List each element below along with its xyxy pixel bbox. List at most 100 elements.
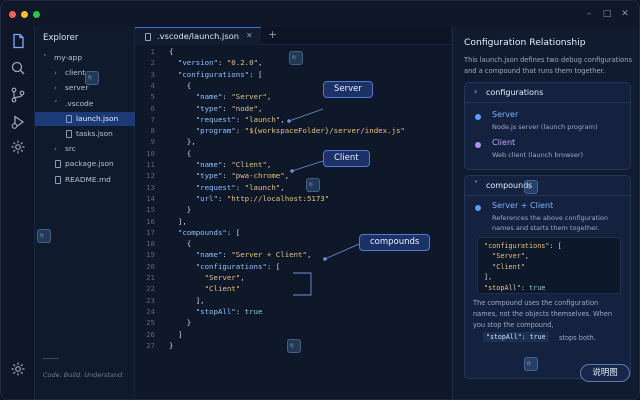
activity-bar	[1, 27, 35, 399]
line-number: 3	[150, 69, 155, 79]
run-debug-icon[interactable]	[10, 114, 26, 130]
snippet-line: "Server",	[484, 252, 530, 261]
line-number: 25	[146, 318, 155, 328]
chevron-right-icon: ›	[54, 84, 57, 93]
snippet-line: "stopAll": true	[484, 283, 546, 292]
code-line: }	[169, 205, 192, 215]
tree-file[interactable]: launch.json	[35, 111, 135, 126]
chevron-right-icon: ›	[54, 145, 57, 154]
code-line: "stopAll": true	[195, 306, 263, 316]
explorer-title: Explorer	[43, 33, 79, 43]
minimize-control[interactable]: –	[584, 9, 594, 19]
line-number: 26	[146, 329, 155, 339]
compound-note-tail: stops both.	[559, 334, 596, 342]
client-item-name: Client	[492, 138, 516, 147]
compounds-card-header[interactable]: ˅ compounds	[465, 176, 630, 196]
code-line: "configurations": [	[177, 69, 263, 79]
settings-icon[interactable]	[10, 361, 26, 377]
new-tab-button[interactable]: +	[268, 28, 277, 41]
watermark-logo: PJ	[524, 357, 538, 371]
tree-file[interactable]: tasks.json	[35, 127, 135, 141]
code-line: "program": "${workspaceFolder}/server/in…	[195, 126, 405, 136]
tree-item-label: package.json	[65, 159, 114, 169]
tree-folder[interactable]: › src	[35, 142, 135, 156]
tree-folder[interactable]: ˅ my-app	[35, 51, 135, 65]
tree-file[interactable]: README.md	[35, 173, 135, 187]
code-line: ],	[169, 216, 187, 226]
extensions-icon[interactable]	[10, 139, 26, 155]
line-number: 6	[150, 103, 155, 113]
code-line: "configurations": [	[195, 261, 281, 271]
line-number: 14	[146, 193, 155, 203]
tree-item-label: README.md	[65, 174, 111, 184]
compound-dot	[475, 205, 481, 211]
maximize-control[interactable]: □	[602, 9, 612, 19]
code-line: }	[169, 340, 174, 350]
maximize-window-button[interactable]	[33, 11, 40, 18]
watermark-logo: PJ	[289, 51, 303, 65]
compound-item-desc: References the above configuration names…	[492, 214, 609, 232]
chevron-down-icon: ˅	[43, 54, 47, 62]
snippet-line: ],	[484, 273, 493, 282]
snippet-line: "Client"	[484, 262, 525, 271]
close-icon[interactable]: ✕	[246, 31, 253, 40]
tree-item-label: launch.json	[76, 113, 119, 123]
watermark-logo: PJ	[524, 180, 538, 194]
file-icon	[66, 130, 72, 138]
tab-bar: .vscode/launch.json ✕ +	[135, 27, 451, 45]
code-line: {	[169, 239, 192, 249]
compounds-callout: compounds	[359, 234, 431, 251]
code-area[interactable]: 1 {2 "version": "0.2.0", 3 "configurations…	[135, 46, 451, 386]
watermark-logo: PJ	[306, 178, 320, 192]
tree-folder[interactable]: ˅ .vscode	[35, 97, 135, 111]
file-icon	[55, 175, 61, 184]
line-number: 20	[146, 261, 155, 271]
server-dot	[475, 114, 481, 120]
configurations-card-header[interactable]: › configurations	[465, 83, 630, 103]
tree-item-label: client	[65, 68, 86, 78]
help-diagram-button[interactable]: 说明图	[580, 364, 630, 382]
code-line: "url": "http://localhost:5173"	[195, 193, 330, 203]
tree-item-label: my-app	[54, 53, 83, 62]
line-number: 18	[146, 239, 155, 249]
close-control[interactable]: ✕	[620, 9, 630, 19]
compound-note: The compound uses the configuration name…	[473, 299, 613, 329]
app-window: – □ ✕ Explorer ˅ my-app › client › server ˅ .vs…	[0, 0, 640, 400]
compounds-card: ˅ compounds Server + Client References t…	[464, 175, 631, 379]
line-number: 21	[146, 273, 155, 282]
code-line: "type": "node",	[195, 103, 263, 113]
code-line: ],	[169, 295, 205, 305]
file-icon	[66, 114, 72, 123]
close-window-button[interactable]	[9, 11, 16, 18]
line-number: 12	[146, 171, 155, 181]
file-icon	[145, 33, 151, 41]
line-number: 15	[146, 205, 155, 215]
search-icon[interactable]	[10, 60, 26, 76]
stopall-inline-code: "stopAll": true	[483, 332, 549, 342]
line-number: 9	[150, 137, 155, 147]
code-line: "name": "Server + Client",	[195, 250, 312, 260]
code-line: "type": "pwa-chrome",	[195, 171, 290, 181]
code-line: },	[169, 137, 196, 147]
tab-launch-json[interactable]: .vscode/launch.json ✕	[135, 27, 261, 45]
line-number: 5	[150, 92, 155, 102]
configurations-card-title: configurations	[486, 88, 544, 97]
line-number: 13	[146, 182, 155, 192]
tree-file[interactable]: package.json	[35, 157, 135, 171]
line-number: 4	[150, 80, 155, 90]
client-callout: Client	[323, 150, 370, 167]
line-number: 16	[146, 216, 155, 226]
panel-description: This launch.json defines two debug confi…	[464, 56, 632, 75]
tree-item-label: tasks.json	[76, 129, 113, 138]
chevron-down-icon: ˅	[54, 99, 58, 108]
chevron-down-icon: ˅	[474, 180, 478, 189]
code-line: "request": "launch",	[195, 114, 285, 124]
source-control-icon[interactable]	[10, 87, 26, 103]
code-line: {	[169, 148, 192, 158]
line-number: 27	[146, 340, 155, 350]
line-number: 10	[146, 148, 155, 158]
panel-title: Configuration Relationship	[464, 37, 586, 48]
line-number: 11	[146, 160, 155, 169]
files-icon[interactable]	[10, 33, 26, 49]
minimize-window-button[interactable]	[21, 11, 28, 18]
